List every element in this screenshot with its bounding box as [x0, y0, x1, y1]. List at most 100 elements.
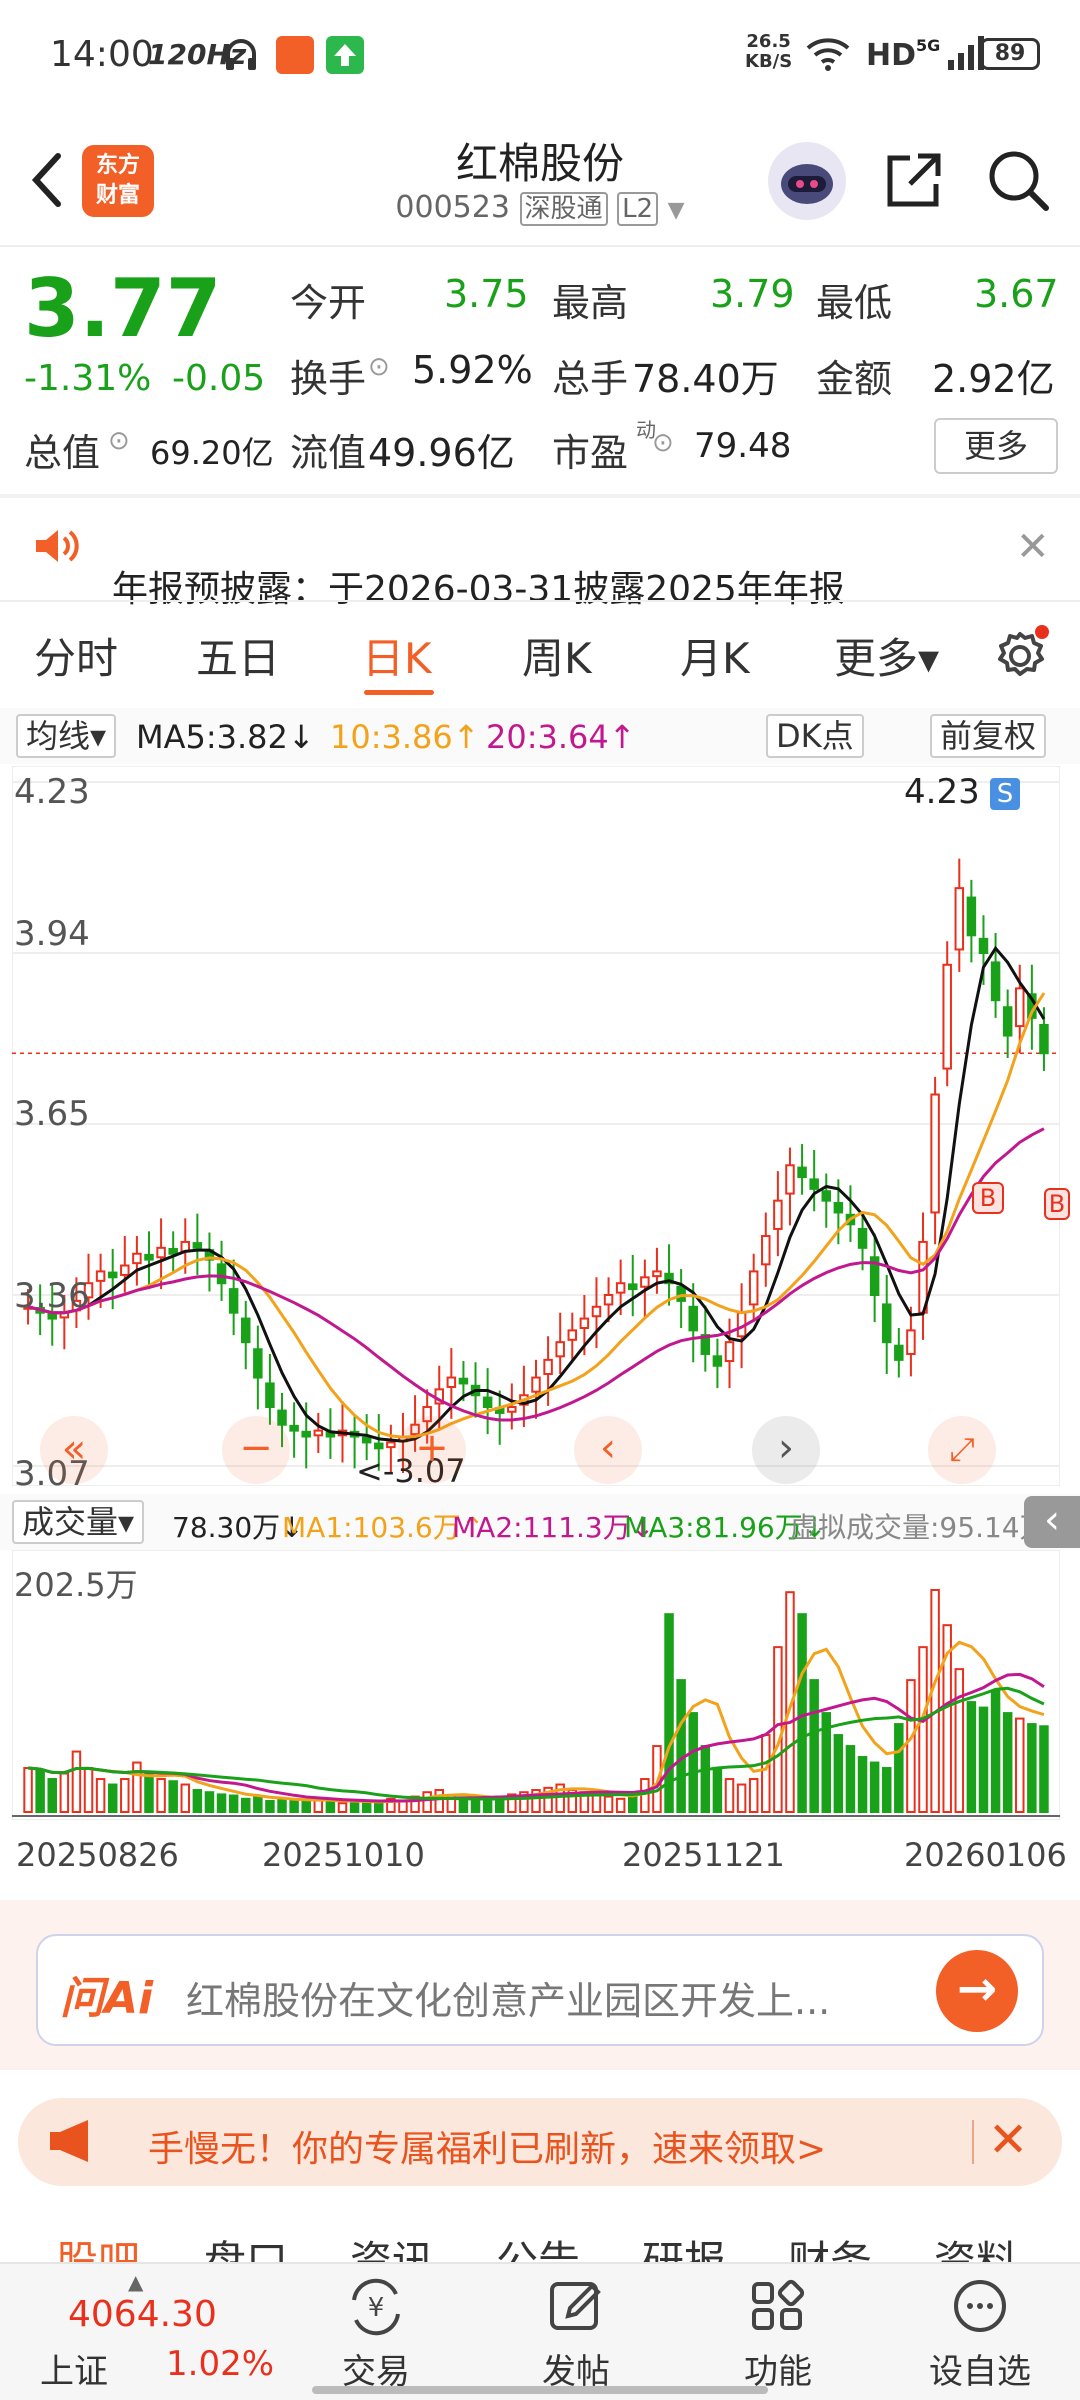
sell-signal-badge[interactable]: S	[990, 778, 1020, 810]
volume-bar	[204, 1791, 215, 1813]
close-icon[interactable]: ✕	[988, 2112, 1028, 2168]
candle-body	[676, 1285, 686, 1302]
chevron-left-icon[interactable]: ‹	[574, 1416, 642, 1484]
volume-bar	[95, 1778, 106, 1814]
search-icon[interactable]	[986, 148, 1050, 212]
settings-gear-icon[interactable]	[990, 622, 1054, 690]
ma10-value: 10:3.86↑	[330, 718, 480, 756]
back-arrow-icon[interactable]	[22, 140, 82, 220]
candle-body	[374, 1442, 384, 1450]
x-date-label: 20251010	[262, 1836, 425, 1874]
y-tick: 4.23	[14, 772, 90, 812]
candle-body	[894, 1344, 904, 1361]
volume-bar	[325, 1800, 336, 1814]
index-name[interactable]: 上证	[40, 2344, 108, 2393]
candle-body	[132, 1252, 142, 1265]
candle-body	[567, 1329, 578, 1341]
tab-monthly-k[interactable]: 月K	[680, 625, 750, 686]
candle-body	[579, 1317, 590, 1330]
zoom-out-icon[interactable]: −	[222, 1416, 290, 1484]
volume-bar	[1002, 1712, 1013, 1813]
nav-trade[interactable]: ¥ 交易	[296, 2278, 456, 2393]
candle-body	[458, 1377, 469, 1385]
volume-label: 总手	[552, 357, 629, 401]
chevron-right-icon[interactable]: ›	[752, 1416, 820, 1484]
candle-body	[301, 1430, 311, 1438]
close-icon[interactable]: ✕	[1016, 524, 1050, 570]
pe-label: 市盈	[552, 431, 629, 475]
buy-signal-badge[interactable]: B	[972, 1182, 1004, 1214]
more-dots-icon	[954, 2280, 1006, 2332]
volume-bar	[869, 1761, 880, 1813]
volume-bar	[978, 1706, 989, 1813]
promo-text[interactable]: 手慢无！你的专属福利已刷新，速来领取>	[148, 2120, 826, 2172]
candle-body	[591, 1305, 602, 1318]
open-value: 3.75	[444, 272, 529, 316]
stock-name: 红棉股份	[455, 139, 624, 188]
ma-selector[interactable]: 均线▾	[16, 714, 117, 758]
volume-bar	[1015, 1717, 1025, 1813]
caret-down-icon[interactable]: ▼	[668, 198, 685, 223]
volume-selector[interactable]: 成交量▾	[12, 1500, 145, 1544]
info-icon[interactable]: ⊙	[108, 426, 130, 456]
ai-robot-icon[interactable]	[768, 142, 846, 220]
volume-bar	[736, 1783, 747, 1813]
y-tick: 3.36	[14, 1276, 90, 1316]
notice-text: 年报预披露：于2026-03-31披露2025年年报	[112, 569, 845, 610]
dk-point-button[interactable]: DK点	[766, 714, 864, 758]
info-icon[interactable]: ⊙	[368, 352, 390, 382]
yuan-exchange-icon: ¥	[352, 2278, 400, 2336]
x-date-label: 20251121	[622, 1836, 785, 1874]
share-icon[interactable]	[882, 148, 946, 212]
nav-post[interactable]: 发帖	[496, 2278, 656, 2393]
candle-body	[640, 1276, 650, 1288]
volume-chart[interactable]	[12, 1550, 1060, 1820]
buy-signal-badge[interactable]: B	[1044, 1188, 1070, 1220]
nav-add-watchlist[interactable]: 设自选	[900, 2278, 1060, 2393]
tab-intraday[interactable]: 分时	[34, 625, 118, 686]
index-change[interactable]: 1.02%	[166, 2344, 274, 2384]
tab-five-day[interactable]: 五日	[196, 625, 280, 686]
fullscreen-icon[interactable]: ⤢	[928, 1416, 996, 1484]
kline-chart[interactable]	[12, 766, 1060, 1486]
info-icon[interactable]: ⊙	[652, 428, 674, 458]
price-adjust-button[interactable]: 前复权	[930, 714, 1047, 758]
caret-up-icon[interactable]: ▲	[128, 2270, 143, 2294]
candle-body	[809, 1178, 819, 1190]
status-bar: 14:00 120Hz 26.5 KB/S HD 5G 89	[0, 0, 1080, 110]
high-label: 最高	[552, 281, 629, 325]
volume-bar	[688, 1712, 698, 1813]
scroll-to-start-icon[interactable]: «	[40, 1416, 108, 1484]
volume-indicator-row: 成交量▾ 78.30万↓ MA1:103.6万↑ MA2:111.3万↓ MA3…	[0, 1494, 1080, 1550]
arrow-right-icon[interactable]: →	[936, 1950, 1018, 2032]
index-value[interactable]: 4064.30	[68, 2294, 217, 2335]
app-logo[interactable]: 东方 财富	[82, 145, 154, 217]
volume-max-label: 202.5万	[14, 1566, 138, 1604]
ai-ask-prompt[interactable]: 红棉股份在文化创意产业园区开发上...	[186, 1970, 830, 2025]
x-date-label: 20250826	[16, 1836, 179, 1874]
open-label: 今开	[290, 281, 367, 325]
turnover-label: 换手	[290, 357, 367, 401]
volume-bar	[23, 1767, 33, 1813]
candle-body	[555, 1341, 565, 1358]
volume-bar	[144, 1772, 154, 1813]
volume-bar	[603, 1795, 614, 1813]
volume-bar	[809, 1679, 819, 1813]
nav-functions[interactable]: 功能	[698, 2278, 858, 2393]
collapse-panel-icon[interactable]: ‹	[1024, 1496, 1080, 1548]
volume-bar	[676, 1679, 686, 1813]
headphone-icon	[222, 36, 260, 78]
zoom-in-icon[interactable]: +	[398, 1416, 466, 1484]
tab-more[interactable]: 更多▾	[834, 625, 939, 686]
ma5-value: MA5:3.82↓	[136, 718, 315, 756]
more-stats-button[interactable]: 更多	[934, 418, 1058, 474]
candle-body	[930, 1093, 940, 1214]
tab-weekly-k[interactable]: 周K	[522, 625, 592, 686]
volume-bar	[71, 1750, 82, 1814]
high-value: 3.79	[710, 272, 795, 316]
candle-body	[156, 1246, 166, 1259]
volume-bar	[1039, 1725, 1049, 1813]
candle-body	[761, 1235, 771, 1266]
volume-bar	[990, 1690, 1001, 1814]
tab-daily-k[interactable]: 日K	[362, 625, 432, 686]
